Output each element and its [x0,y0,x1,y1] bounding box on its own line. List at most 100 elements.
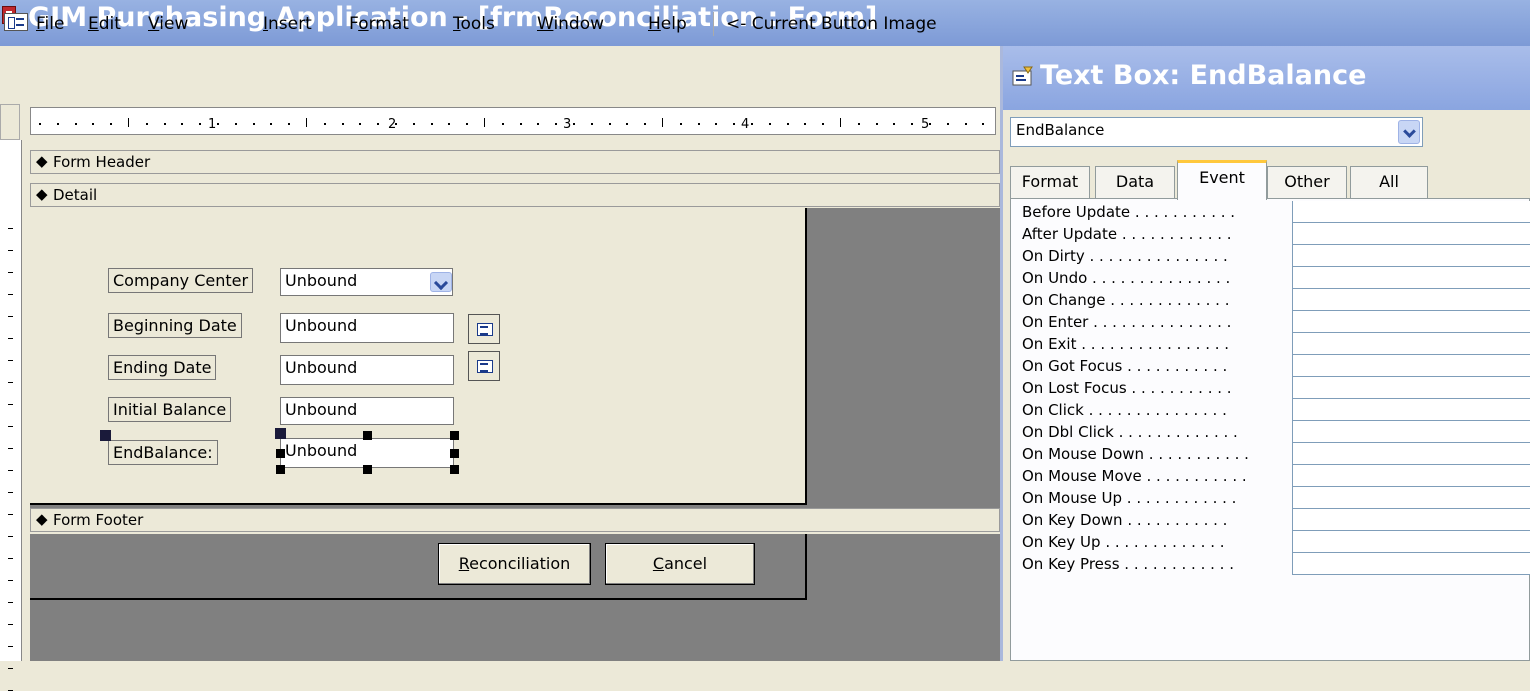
ruler-tick [8,492,13,493]
menu-tools[interactable]: Tools [453,14,495,34]
tab-other[interactable]: Other [1267,166,1347,198]
end-balance-field[interactable]: Unbound [280,438,454,468]
ruler-tick [8,602,13,603]
tab-format[interactable]: Format [1010,166,1090,198]
ruler-tick [822,123,825,125]
property-sheet-title: Text Box: EndBalance [1040,60,1367,91]
prop-row-after-update[interactable]: After Update . . . . . . . . . . . . [1012,223,1530,245]
ruler-tick [8,382,13,383]
current-button-image-label: <- Current Button Image [726,14,937,34]
ruler-tick [39,123,41,125]
prop-row-on-dbl-click[interactable]: On Dbl Click . . . . . . . . . . . . . [1012,421,1530,443]
ruler-tick [8,536,13,537]
ruler-tick [733,123,736,125]
cancel-button[interactable]: Cancel [605,543,755,585]
prop-row-on-mouse-down[interactable]: On Mouse Down . . . . . . . . . . . [1012,443,1530,465]
prop-row-on-undo[interactable]: On Undo . . . . . . . . . . . . . . . [1012,267,1530,289]
prop-row-on-change[interactable]: On Change . . . . . . . . . . . . . [1012,289,1530,311]
tab-event[interactable]: Event [1177,160,1267,200]
ruler-tick [430,123,433,125]
prop-row-before-update[interactable]: Before Update . . . . . . . . . . . [1012,201,1530,223]
prop-row-on-mouse-move[interactable]: On Mouse Move . . . . . . . . . . . [1012,465,1530,487]
ruler-tick [644,123,647,125]
ruler-tick [74,123,77,125]
ruler-tick [8,316,13,317]
ruler-tick [768,123,771,125]
ending-date-label[interactable]: Ending Date [108,355,217,380]
ruler-tick [359,123,362,125]
prop-row-on-exit[interactable]: On Exit . . . . . . . . . . . . . . . . [1012,333,1530,355]
menu-window[interactable]: Window [537,14,604,34]
ruler-tick [199,123,202,125]
ruler-tick [8,294,13,295]
ruler-tick [56,123,59,125]
company-center-label[interactable]: Company Center [108,268,254,293]
end-balance-label[interactable]: EndBalance: [108,440,218,465]
prop-row-on-click[interactable]: On Click . . . . . . . . . . . . . . . [1012,399,1530,421]
ruler-number: 4 [741,117,750,132]
calendar-button-icon[interactable] [468,314,500,344]
tab-all[interactable]: All [1350,166,1428,198]
ruler-tick [626,123,629,125]
ruler-tick [8,338,13,339]
ruler-tick [8,514,13,515]
ruler-corner[interactable] [0,104,20,140]
chevron-down-icon[interactable] [430,272,452,292]
beginning-date-label[interactable]: Beginning Date [108,313,242,338]
menu-view[interactable]: View [148,14,188,34]
prop-row-on-key-down[interactable]: On Key Down . . . . . . . . . . . [1012,509,1530,531]
ruler-tick [679,123,682,125]
ruler-tick [964,123,967,125]
ruler-tick [8,426,13,427]
menu-edit[interactable]: Edit [88,14,121,34]
ruler-tick [8,272,13,273]
ruler-tick [537,123,540,125]
horizontal-ruler[interactable]: 1 2 3 4 5 [30,107,996,135]
form-footer-section-bar[interactable]: ◆ Form Footer [30,508,1000,532]
ruler-tick [270,123,273,125]
prop-row-on-dirty[interactable]: On Dirty . . . . . . . . . . . . . . . [1012,245,1530,267]
prop-row-on-got-focus[interactable]: On Got Focus . . . . . . . . . . . [1012,355,1530,377]
resize-handle[interactable] [276,465,285,474]
prop-row-on-enter[interactable]: On Enter . . . . . . . . . . . . . . . [1012,311,1530,333]
detail-section-bar[interactable]: ◆ Detail [30,183,1000,207]
resize-handle[interactable] [450,431,459,440]
ruler-tick [145,123,148,125]
reconciliation-button[interactable]: Reconciliation [438,543,591,585]
company-center-combo[interactable]: Unbound [280,268,453,296]
ruler-tick [590,123,593,125]
menu-help[interactable]: Help [648,14,687,34]
ruler-tick [608,123,611,125]
resize-handle[interactable] [450,449,459,458]
resize-handle[interactable] [276,449,285,458]
initial-balance-field[interactable]: Unbound [280,397,454,425]
form-header-section-bar[interactable]: ◆ Form Header [30,150,1000,174]
initial-balance-label[interactable]: Initial Balance [108,397,232,422]
move-handle[interactable] [100,430,111,441]
ruler-tick [8,404,13,405]
prop-row-on-key-press[interactable]: On Key Press . . . . . . . . . . . . [1012,553,1530,575]
beginning-date-field[interactable]: Unbound [280,313,454,343]
prop-row-on-lost-focus[interactable]: On Lost Focus . . . . . . . . . . . [1012,377,1530,399]
ruler-tick [786,123,789,125]
prop-row-on-key-up[interactable]: On Key Up . . . . . . . . . . . . . [1012,531,1530,553]
ruler-tick [8,668,13,669]
resize-handle[interactable] [450,465,459,474]
ruler-tick [8,558,13,559]
vertical-ruler[interactable] [0,140,22,691]
calendar-button-icon[interactable] [468,351,500,381]
move-handle[interactable] [275,428,286,439]
ruler-tick [252,123,255,125]
resize-handle[interactable] [363,465,372,474]
resize-handle[interactable] [363,431,372,440]
ending-date-field[interactable]: Unbound [280,355,454,385]
ruler-tick [484,118,485,127]
ruler-tick [911,123,914,125]
form-control-icon[interactable] [4,13,28,31]
tab-data[interactable]: Data [1095,166,1175,198]
prop-row-on-mouse-up[interactable]: On Mouse Up . . . . . . . . . . . . [1012,487,1530,509]
menu-format[interactable]: Format [349,14,409,34]
menu-file[interactable]: File [36,14,64,34]
chevron-down-icon[interactable] [1398,120,1420,144]
menu-insert[interactable]: Insert [263,14,312,34]
